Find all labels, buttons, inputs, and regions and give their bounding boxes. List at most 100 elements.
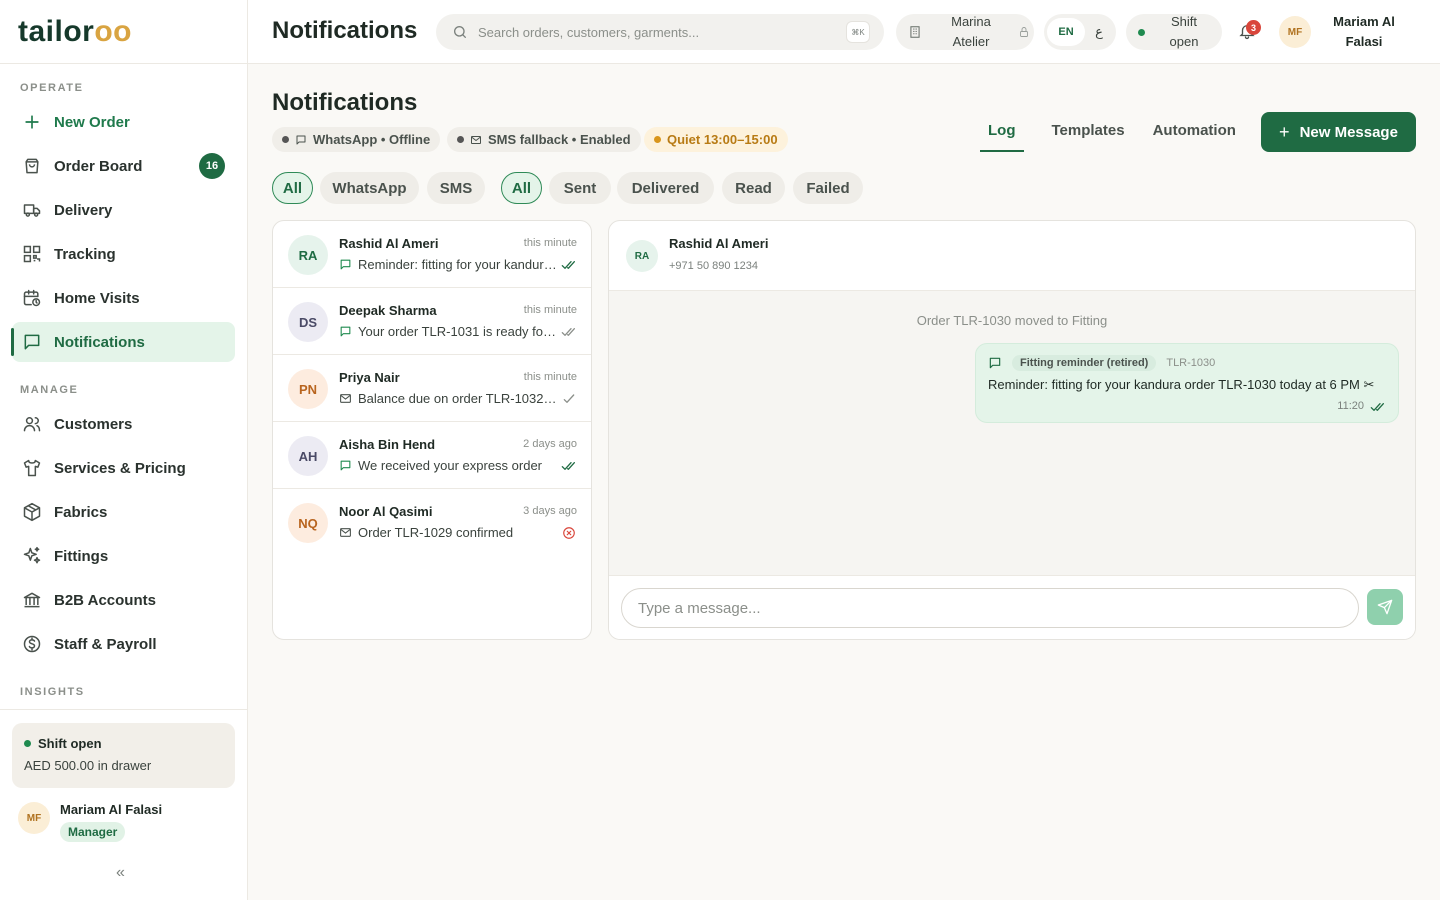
tab-templates[interactable]: Templates — [1052, 112, 1125, 152]
channel-filter-all[interactable]: All — [272, 172, 313, 204]
sidebar-item-customers[interactable]: Customers — [12, 404, 235, 444]
conversation-item[interactable]: RA Rashid Al Ameri this minute Reminder:… — [273, 221, 591, 288]
sidebar-item-order-board[interactable]: Order Board 16 — [12, 146, 235, 186]
sidebar-item-delivery[interactable]: Delivery — [12, 190, 235, 230]
topbar: Notifications ⌘K Marina Atelier EN ع Shi… — [248, 0, 1440, 64]
avatar: PN — [288, 369, 328, 409]
sidebar-item-home-visits[interactable]: Home Visits — [12, 278, 235, 318]
timestamp: this minute — [523, 371, 577, 383]
sidebar-item-services-pricing[interactable]: Services & Pricing — [12, 448, 235, 488]
drawer-amount: AED 500.00 in drawer — [24, 758, 152, 773]
shift-status-card[interactable]: Shift open AED 500.00 in drawer — [12, 723, 235, 788]
qr-code-icon — [23, 245, 41, 263]
collapse-sidebar-icon[interactable]: « — [116, 864, 125, 882]
message-square-icon — [340, 259, 351, 270]
message-time: 11:20 — [1337, 400, 1364, 412]
contact-name: Rashid Al Ameri — [339, 236, 439, 251]
tab-log[interactable]: Log — [980, 112, 1024, 152]
calendar-clock-icon — [23, 289, 41, 307]
quiet-hours-text: Quiet 13:00–15:00 — [667, 132, 778, 147]
building-icon — [910, 26, 920, 38]
check-icon — [563, 394, 575, 403]
contact-phone: +971 50 890 1234 — [669, 260, 759, 272]
status-filter-all[interactable]: All — [501, 172, 542, 204]
brand-logo[interactable]: tailoroo — [0, 0, 247, 64]
status-filter-read[interactable]: Read — [722, 172, 785, 204]
conversation-item[interactable]: NQ Noor Al Qasimi 3 days ago Order TLR-1… — [273, 489, 591, 556]
sidebar-item-tracking[interactable]: Tracking — [12, 234, 235, 274]
shift-toggle[interactable]: Shift open — [1126, 14, 1222, 50]
shirt-icon — [23, 459, 41, 477]
section-insights: INSIGHTS — [20, 686, 85, 698]
branch-selector[interactable]: Marina Atelier — [896, 14, 1034, 50]
avatar[interactable]: MF — [1279, 16, 1311, 48]
sidebar-item-label: Notifications — [54, 333, 145, 351]
status-filter-sent[interactable]: Sent — [549, 172, 611, 204]
preview-text: Reminder: fitting for your kandura order… — [358, 257, 557, 272]
status-dot-icon — [457, 136, 464, 143]
sparkles-icon — [23, 546, 41, 564]
topbar-user-name[interactable]: Mariam Al Falasi — [1326, 12, 1402, 52]
timestamp: this minute — [523, 304, 577, 316]
dollar-circle-icon — [23, 635, 41, 653]
sidebar-item-label: Home Visits — [54, 289, 140, 307]
lang-ar-button[interactable]: ع — [1085, 24, 1113, 40]
avatar: NQ — [288, 503, 328, 543]
timestamp: this minute — [523, 237, 577, 249]
message-square-icon — [989, 357, 1001, 369]
avatar: RA — [288, 235, 328, 275]
lang-en-button[interactable]: EN — [1047, 18, 1085, 46]
sidebar-item-b2b-accounts[interactable]: B2B Accounts — [12, 580, 235, 620]
sidebar-item-fabrics[interactable]: Fabrics — [12, 492, 235, 532]
message-preview: Order TLR-1029 confirmed — [339, 525, 557, 540]
users-icon — [23, 417, 41, 432]
sidebar-item-label: Fittings — [54, 547, 109, 565]
sidebar-item-fittings[interactable]: Fittings — [12, 536, 235, 576]
channel-filter-whatsapp[interactable]: WhatsApp — [320, 172, 419, 204]
status-filter-delivered[interactable]: Delivered — [617, 172, 714, 204]
conversation-item[interactable]: PN Priya Nair this minute Balance due on… — [273, 355, 591, 422]
sidebar-user[interactable]: MF Mariam Al Falasi Manager — [18, 802, 162, 842]
template-badge: Fitting reminder (retired) — [1012, 355, 1157, 371]
send-icon — [1377, 599, 1393, 615]
package-icon — [23, 502, 41, 522]
search-input[interactable] — [478, 24, 828, 40]
shift-status-text: Shift open — [1169, 14, 1199, 49]
conversation-item[interactable]: DS Deepak Sharma this minute Your order … — [273, 288, 591, 355]
topbar-title: Notifications — [272, 17, 418, 44]
message-thread: Order TLR-1030 moved to Fitting Fitting … — [609, 291, 1415, 575]
brand-name-accent: oo — [94, 14, 133, 48]
conversation-item[interactable]: AH Aisha Bin Hend 2 days ago We received… — [273, 422, 591, 489]
new-message-button[interactable]: + New Message — [1261, 112, 1416, 152]
sidebar-item-staff-payroll[interactable]: Staff & Payroll — [12, 624, 235, 664]
sidebar: tailoroo OPERATE New Order Order Board 1… — [0, 0, 248, 900]
timestamp: 2 days ago — [523, 438, 577, 450]
message-preview: Balance due on order TLR-1032 is AED — [339, 391, 557, 406]
mail-icon — [340, 394, 351, 403]
avatar: DS — [288, 302, 328, 342]
notification-count-badge: 3 — [1246, 20, 1261, 35]
truck-icon — [23, 204, 41, 217]
new-message-label: New Message — [1299, 123, 1398, 141]
status-dot-icon — [282, 136, 289, 143]
brand-name: tailor — [18, 14, 95, 48]
tab-automation[interactable]: Automation — [1153, 112, 1236, 152]
send-button[interactable] — [1367, 589, 1403, 625]
system-event: Order TLR-1030 moved to Fitting — [916, 313, 1108, 328]
contact-name: Aisha Bin Hend — [339, 437, 436, 452]
sidebar-item-notifications[interactable]: Notifications — [11, 322, 235, 362]
status-dot-icon — [1138, 28, 1145, 36]
search-bar[interactable]: ⌘K — [436, 14, 884, 50]
whatsapp-status-text: WhatsApp • Offline — [313, 132, 431, 147]
message-text: Reminder: fitting for your kandura order… — [988, 377, 1375, 392]
double-check-icon — [561, 462, 575, 470]
message-input[interactable] — [621, 588, 1359, 628]
status-filter-failed[interactable]: Failed — [793, 172, 863, 204]
mail-icon — [340, 528, 351, 537]
preview-text: Order TLR-1029 confirmed — [358, 525, 514, 540]
role-badge: Manager — [60, 822, 126, 842]
sidebar-item-new-order[interactable]: New Order — [12, 102, 235, 142]
conversation-list: RA Rashid Al Ameri this minute Reminder:… — [272, 220, 592, 640]
channel-filter-sms[interactable]: SMS — [427, 172, 485, 204]
shortcut-hint: ⌘K — [846, 21, 870, 43]
